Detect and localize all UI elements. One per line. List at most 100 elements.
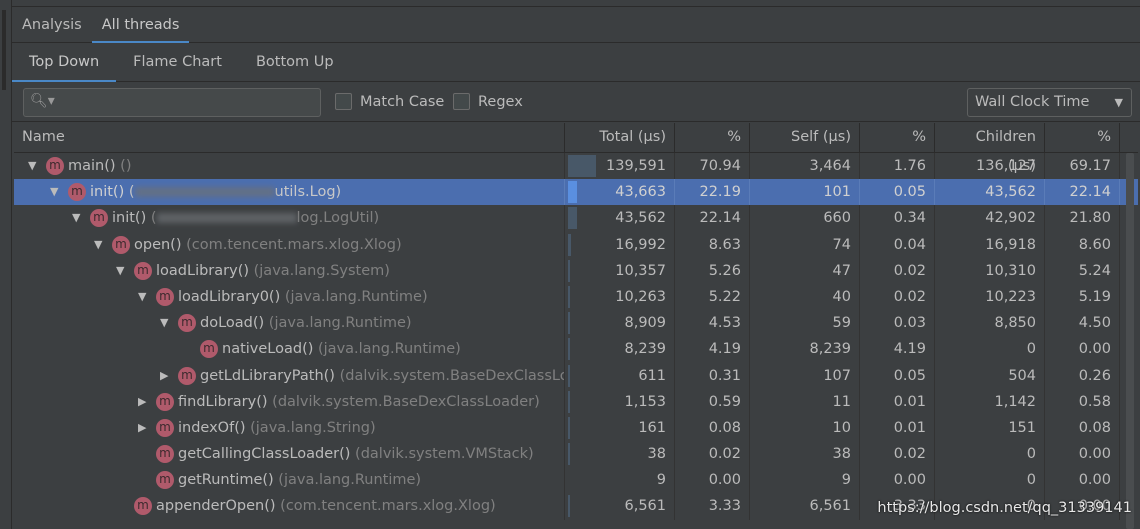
total-bar bbox=[568, 364, 570, 387]
table-row[interactable]: ▶ m getLdLibraryPath() (dalvik.system.Base… bbox=[14, 362, 1138, 389]
table-row[interactable]: m nativeLoad() (java.lang.Runtime) 8,239 4.… bbox=[14, 336, 1138, 363]
self-pct: 0.04 bbox=[860, 231, 935, 258]
name-cell: ▼ m init() (log.LogUtil) bbox=[14, 205, 565, 232]
class-name: (java.lang.Runtime) bbox=[278, 472, 422, 489]
checkbox-box[interactable] bbox=[453, 93, 470, 110]
expand-right-icon[interactable]: ▶ bbox=[138, 415, 152, 441]
table-row[interactable]: ▶ m indexOf() (java.lang.String) 161 0.08 10 0… bbox=[14, 414, 1138, 442]
table-row[interactable]: m getRuntime() (java.lang.Runtime) 9 0.00 9 0… bbox=[14, 467, 1138, 494]
children-value: 0 bbox=[935, 467, 1045, 494]
call-tree-table: Name Total (µs) % Self (µs) % Children (… bbox=[14, 123, 1138, 520]
table-row[interactable]: m getCallingClassLoader() (dalvik.system.… bbox=[14, 441, 1138, 468]
children-value: 151 bbox=[935, 414, 1045, 442]
left-scrollbar[interactable] bbox=[2, 10, 6, 90]
expand-right-icon[interactable]: ▶ bbox=[160, 363, 174, 389]
children-pct: 0.26 bbox=[1045, 362, 1120, 389]
table-row[interactable]: ▼ m doLoad() (java.lang.Runtime) 8,909 4.53 5… bbox=[14, 310, 1138, 337]
clock-type-select[interactable]: Wall Clock Time ▼ bbox=[967, 88, 1132, 117]
total-cell: 6,561 bbox=[565, 493, 675, 520]
method-name: findLibrary() bbox=[178, 393, 268, 410]
table-row[interactable]: ▼ m init() (log.LogUtil) 43,562 22.14 660 0.34… bbox=[14, 205, 1138, 232]
total-cell: 38 bbox=[565, 441, 675, 468]
column-header-total-pct[interactable]: % bbox=[675, 123, 750, 152]
self-pct: 0.01 bbox=[860, 388, 935, 415]
column-header-total[interactable]: Total (µs) bbox=[565, 123, 675, 152]
expand-down-icon[interactable]: ▼ bbox=[72, 205, 86, 231]
clock-type-value: Wall Clock Time bbox=[975, 94, 1090, 110]
method-icon: m bbox=[156, 392, 174, 411]
total-value: 10,357 bbox=[615, 262, 666, 279]
children-value: 10,310 bbox=[935, 257, 1045, 284]
regex-label: Regex bbox=[478, 93, 523, 110]
table-row[interactable]: ▶ m findLibrary() (dalvik.system.BaseDexCl… bbox=[14, 388, 1138, 415]
expand-down-icon[interactable]: ▼ bbox=[28, 153, 42, 179]
class-name: (dalvik.system.VMStack) bbox=[355, 446, 534, 463]
method-icon: m bbox=[156, 287, 174, 306]
self-pct: 0.02 bbox=[860, 441, 935, 468]
method-name: loadLibrary() bbox=[156, 262, 250, 279]
column-header-children[interactable]: Children (µs) bbox=[935, 123, 1045, 174]
table-header: Name Total (µs) % Self (µs) % Children (… bbox=[14, 123, 1138, 174]
tab-analysis[interactable]: Analysis bbox=[12, 8, 92, 43]
search-input[interactable]: 🔍︎▾ bbox=[23, 88, 321, 117]
class-name: (com.tencent.mars.xlog.Xlog) bbox=[280, 498, 496, 515]
column-header-name[interactable]: Name bbox=[14, 123, 565, 152]
total-cell: 8,909 bbox=[565, 310, 675, 337]
total-bar bbox=[568, 495, 570, 518]
regex-checkbox[interactable]: Regex bbox=[453, 93, 523, 110]
vertical-scrollbar[interactable] bbox=[1126, 153, 1134, 529]
class-name-tail: log.LogUtil) bbox=[296, 210, 380, 227]
method-icon: m bbox=[46, 157, 64, 175]
table-row[interactable]: ▼ m main() () 139,591 70.94 3,464 1.76 136,127 6… bbox=[14, 153, 1138, 180]
total-cell: 16,992 bbox=[565, 231, 675, 258]
table-row[interactable]: ▼ m open() (com.tencent.mars.xlog.Xlog) 16,… bbox=[14, 231, 1138, 258]
table-row[interactable]: ▼ m init() (utils.Log) 43,663 22.19 101 0.05 43… bbox=[14, 179, 1138, 206]
tab-all-threads[interactable]: All threads bbox=[91, 8, 190, 43]
column-header-self[interactable]: Self (µs) bbox=[750, 123, 860, 152]
expand-down-icon[interactable]: ▼ bbox=[138, 284, 152, 310]
name-cell: m appenderOpen() (com.tencent.mars.xlog.X… bbox=[14, 493, 565, 520]
watermark: https://blog.csdn.net/qq_31339141 bbox=[877, 500, 1132, 516]
total-bar bbox=[568, 312, 570, 335]
name-cell: m getRuntime() (java.lang.Runtime) bbox=[14, 467, 565, 494]
children-value: 10,223 bbox=[935, 283, 1045, 311]
method-icon: m bbox=[134, 497, 152, 516]
tab-flame-chart[interactable]: Flame Chart bbox=[116, 44, 239, 82]
method-icon: m bbox=[178, 314, 196, 333]
checkbox-box[interactable] bbox=[335, 93, 352, 110]
total-value: 16,992 bbox=[615, 236, 666, 253]
expand-down-icon[interactable]: ▼ bbox=[160, 310, 174, 336]
total-value: 43,663 bbox=[615, 184, 666, 201]
method-icon: m bbox=[90, 209, 108, 228]
expand-right-icon[interactable]: ▶ bbox=[138, 389, 152, 415]
table-row[interactable]: ▼ m loadLibrary0() (java.lang.Runtime) 10,2… bbox=[14, 283, 1138, 311]
method-name: nativeLoad() bbox=[222, 341, 314, 358]
expand-down-icon[interactable]: ▼ bbox=[50, 179, 64, 205]
name-cell: ▶ m getLdLibraryPath() (dalvik.system.Base… bbox=[14, 362, 565, 389]
total-value: 139,591 bbox=[606, 158, 666, 174]
expand-down-icon[interactable]: ▼ bbox=[116, 258, 130, 284]
top-divider bbox=[12, 0, 1140, 7]
tab-bottom-up[interactable]: Bottom Up bbox=[239, 44, 351, 82]
name-cell: m nativeLoad() (java.lang.Runtime) bbox=[14, 336, 565, 363]
tab-top-down[interactable]: Top Down bbox=[12, 44, 117, 82]
class-name-tail: utils.Log) bbox=[274, 184, 342, 201]
children-value: 42,902 bbox=[935, 205, 1045, 232]
match-case-checkbox[interactable]: Match Case bbox=[335, 93, 444, 110]
column-header-self-pct[interactable]: % bbox=[860, 123, 935, 152]
self-value: 59 bbox=[750, 310, 860, 337]
filter-toolbar: 🔍︎▾ Match Case Regex Wall Clock Time ▼ bbox=[12, 83, 1140, 122]
column-header-children-pct[interactable]: % bbox=[1045, 123, 1120, 152]
class-name: (dalvik.system.BaseDexClassLoader) bbox=[272, 393, 540, 410]
total-cell: 43,562 bbox=[565, 205, 675, 232]
children-pct: 21.80 bbox=[1045, 205, 1120, 232]
name-cell: ▼ m doLoad() (java.lang.Runtime) bbox=[14, 310, 565, 337]
expand-down-icon[interactable]: ▼ bbox=[94, 232, 108, 258]
children-pct: 5.19 bbox=[1045, 283, 1120, 311]
self-pct: 4.19 bbox=[860, 336, 935, 363]
total-pct: 3.33 bbox=[675, 493, 750, 520]
children-pct: 0.00 bbox=[1045, 441, 1120, 468]
table-row[interactable]: ▼ m loadLibrary() (java.lang.System) 10,357… bbox=[14, 257, 1138, 284]
self-pct: 0.05 bbox=[860, 179, 935, 206]
total-pct: 0.59 bbox=[675, 388, 750, 415]
